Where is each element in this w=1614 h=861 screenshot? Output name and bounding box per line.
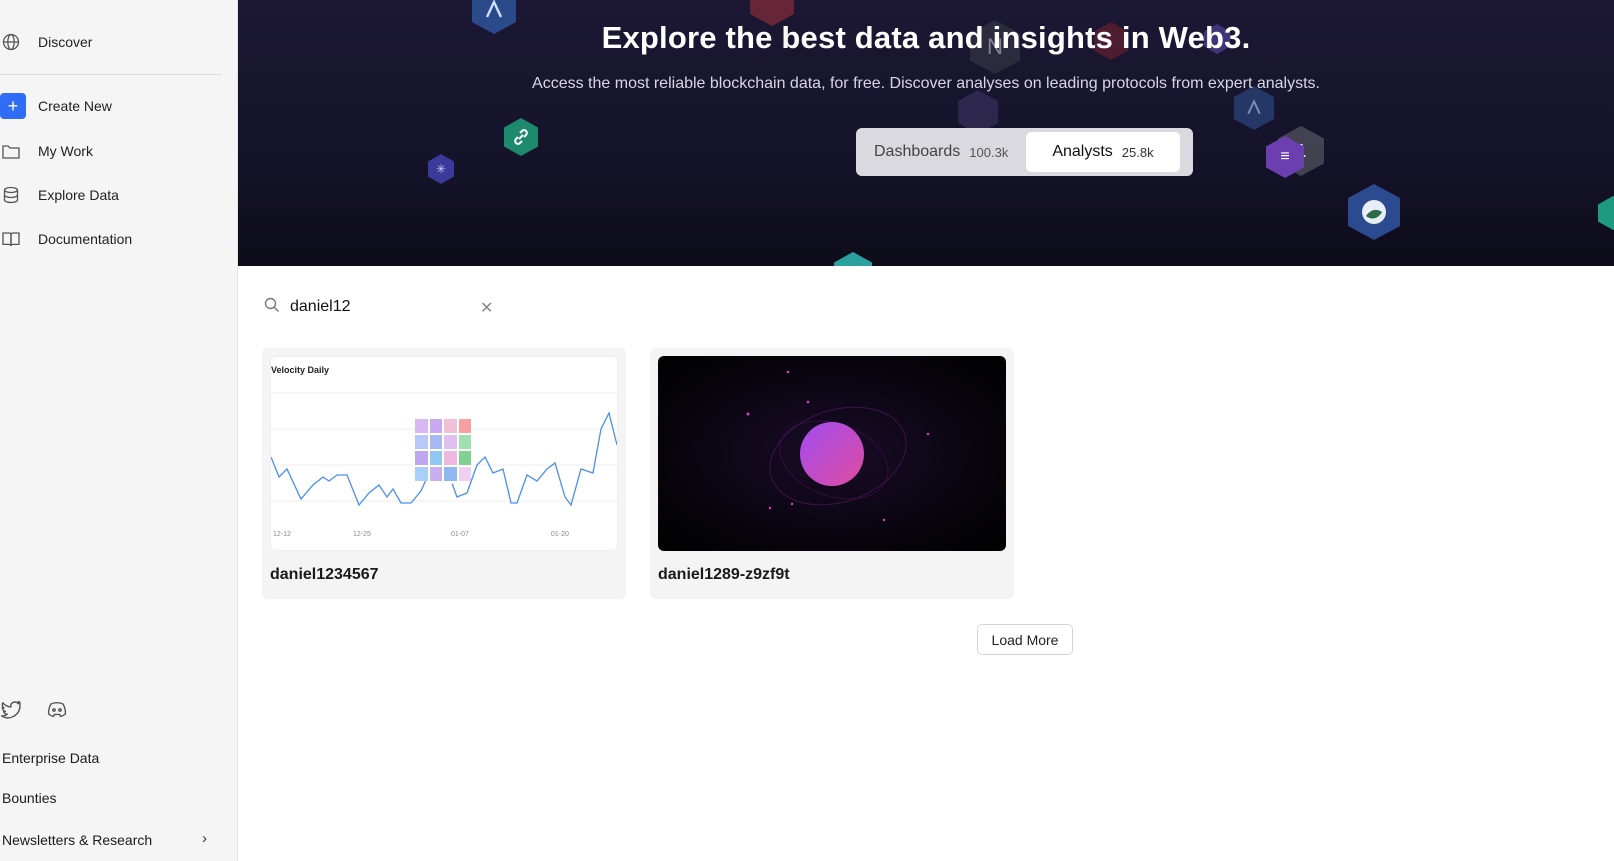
analyst-avatar <box>800 422 864 486</box>
token-icon-5 <box>1598 196 1614 230</box>
analyst-name: daniel1289-z9zf9t <box>658 566 790 583</box>
axis-tick: 12-12 <box>273 531 291 538</box>
analyst-card[interactable]: daniel1289-z9zf9t <box>650 348 1014 599</box>
sidebar-item-label: My Work <box>38 143 93 159</box>
globe-icon <box>0 31 22 53</box>
search-icon <box>264 297 280 318</box>
tab-label: Analysts <box>1052 143 1113 160</box>
folder-icon <box>0 140 22 162</box>
tab-dashboards[interactable]: Dashboards 100.3k <box>860 132 1022 172</box>
book-icon <box>0 228 22 250</box>
analyst-card[interactable]: Velocity Daily 12-12 12-25 01-07 01-20 d… <box>262 348 626 599</box>
plus-icon: + <box>0 93 26 119</box>
hero-banner: ✳ N 1 ≡ Explore the best data and insigh… <box>238 0 1614 266</box>
chevron-right-icon[interactable]: › <box>202 830 207 847</box>
hero-title: Explore the best data and insights in We… <box>601 20 1251 55</box>
sidebar-item-label: Create New <box>38 98 112 114</box>
hero-subtitle: Access the most reliable blockchain data… <box>532 75 1320 92</box>
analyst-name: daniel1234567 <box>270 566 379 583</box>
sidebar-item-explore-data[interactable]: Explore Data <box>0 181 119 209</box>
sidebar-item-label: Documentation <box>38 231 133 247</box>
analyst-avatar <box>415 419 471 481</box>
sidebar-item-my-work[interactable]: My Work <box>0 137 93 165</box>
sidebar-item-documentation[interactable]: Documentation <box>0 225 132 253</box>
tab-label: Dashboards <box>874 143 961 160</box>
axis-tick: 01-20 <box>551 531 569 538</box>
search-input[interactable] <box>290 298 470 316</box>
analyst-thumbnail <box>658 356 1006 551</box>
sidebar: Discover + Create New My Work Explore Da… <box>0 0 238 861</box>
link-icon <box>504 118 538 156</box>
tab-count: 100.3k <box>969 144 1009 160</box>
view-toggle: Dashboards 100.3k Analysts 25.8k <box>856 128 1193 176</box>
search-bar: ✕ <box>264 294 500 320</box>
axis-tick: 01-07 <box>451 531 469 538</box>
database-icon <box>0 184 22 206</box>
sidebar-item-discover[interactable]: Discover <box>0 28 92 56</box>
twitter-icon[interactable] <box>0 699 22 721</box>
footer-link-bounties[interactable]: Bounties <box>2 790 56 806</box>
sei-icon <box>1348 184 1400 240</box>
axis-tick: 12-25 <box>353 531 371 538</box>
cosmos-icon: ✳ <box>428 154 454 184</box>
footer-link-enterprise-data[interactable]: Enterprise Data <box>2 750 99 766</box>
sidebar-divider <box>0 74 222 75</box>
tab-analysts[interactable]: Analysts 25.8k <box>1026 132 1180 172</box>
sidebar-item-label: Discover <box>38 34 93 50</box>
close-icon[interactable]: ✕ <box>480 298 493 318</box>
sidebar-item-create-new[interactable]: + Create New <box>0 92 112 120</box>
social-links <box>0 699 68 721</box>
tab-count: 25.8k <box>1121 144 1154 160</box>
analyst-thumbnail: Velocity Daily 12-12 12-25 01-07 01-20 <box>270 356 618 551</box>
discord-icon[interactable] <box>46 699 68 721</box>
footer-link-newsletters[interactable]: Newsletters & Research <box>2 832 152 848</box>
load-more-button[interactable]: Load More <box>977 624 1073 655</box>
token-icon-6 <box>834 252 872 266</box>
sidebar-item-label: Explore Data <box>38 187 119 203</box>
